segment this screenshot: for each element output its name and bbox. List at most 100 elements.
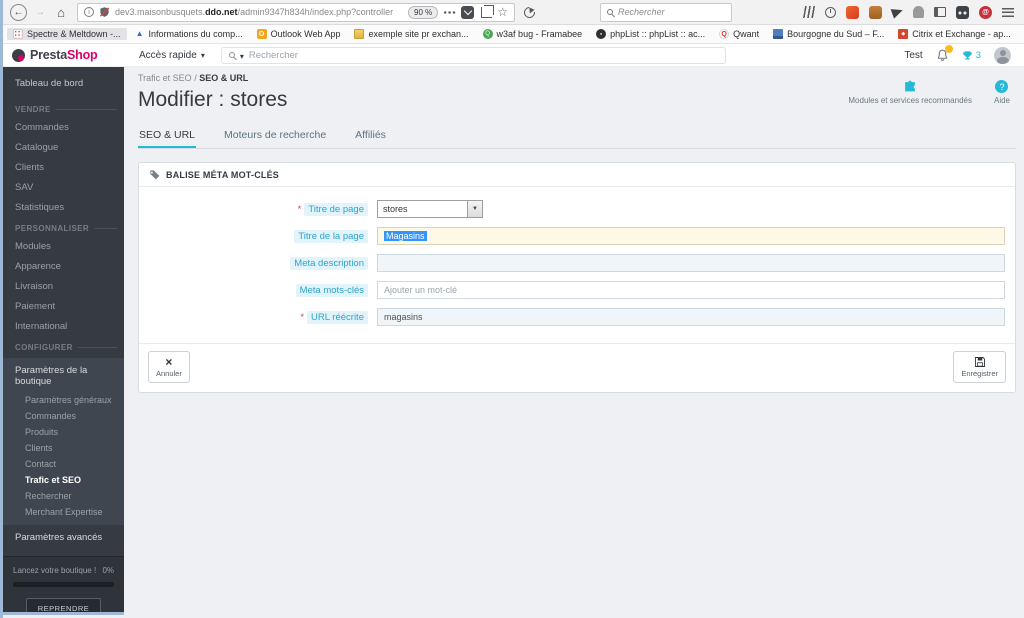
save-button[interactable]: Enregistrer xyxy=(953,351,1006,383)
browser-search-box[interactable]: Rechercher xyxy=(600,3,732,22)
gamification-trophy[interactable]: 3 xyxy=(962,50,981,61)
page-type-select[interactable]: stores xyxy=(377,200,483,218)
bookmarks-bar: Spectre & Meltdown -... Informations du c… xyxy=(3,25,1024,44)
rewritten-url-input[interactable]: magasins xyxy=(377,308,1005,326)
extension-red-circle-icon[interactable] xyxy=(979,6,992,19)
sidebars-icon[interactable] xyxy=(934,7,946,17)
cancel-button[interactable]: × Annuler xyxy=(148,351,190,383)
config-item-trafic-et-seo[interactable]: Trafic et SEO xyxy=(3,472,124,488)
sidebar-item-statistiques[interactable]: Statistiques xyxy=(3,197,124,217)
meta-description-input[interactable] xyxy=(377,254,1005,272)
sidebar-item-commandes[interactable]: Commandes xyxy=(3,117,124,137)
ghostery-icon[interactable] xyxy=(913,6,924,18)
bookmark-item[interactable]: Citrix et Exchange - ap... xyxy=(892,28,1017,40)
bookmark-item[interactable]: Informations du comp... xyxy=(129,28,249,40)
url-bar[interactable]: dev3.maisonbusquets.ddo.net/admin9347h83… xyxy=(77,3,515,22)
tab-moteurs-de-recherche[interactable]: Moteurs de recherche xyxy=(223,125,327,148)
monitor-icon xyxy=(773,29,783,39)
main-content: Trafic et SEO / SEO & URL Modifier : sto… xyxy=(124,67,1024,615)
form-row-meta-description: Meta description xyxy=(149,254,1005,272)
quick-access-menu[interactable]: Accès rapide xyxy=(139,50,205,61)
config-item-parametres-generaux[interactable]: Paramètres généraux xyxy=(3,392,124,408)
sidebar-item-sav[interactable]: SAV xyxy=(3,177,124,197)
bookmark-item[interactable]: Bourgogne du Sud – F... xyxy=(767,28,890,40)
breadcrumb-parent[interactable]: Trafic et SEO xyxy=(138,73,192,83)
meta-panel: BALISE MÉTA MOT-CLÉS *Titre de page stor… xyxy=(138,162,1016,393)
bookmark-label: Outlook Web App xyxy=(271,29,341,39)
bookmark-item[interactable]: DDO ORGANISATION ... xyxy=(1019,28,1024,40)
config-item-commandes[interactable]: Commandes xyxy=(3,408,124,424)
notifications-bell-icon[interactable] xyxy=(936,48,949,62)
forward-button[interactable]: → xyxy=(32,4,48,20)
bookmark-item[interactable]: exemple site pr exchan... xyxy=(348,28,474,40)
meta-keywords-input[interactable]: Ajouter un mot-clé xyxy=(377,281,1005,299)
sidebar-item-catalogue[interactable]: Catalogue xyxy=(3,137,124,157)
sidebar-item-paiement[interactable]: Paiement xyxy=(3,296,124,316)
bookmark-item[interactable]: Qwant xyxy=(713,28,765,40)
sidebar-item-tableau-de-bord[interactable]: Tableau de bord xyxy=(3,67,124,98)
recommended-modules-button[interactable]: Modules et services recommandés xyxy=(848,80,972,105)
menu-icon[interactable] xyxy=(1002,8,1014,17)
config-item-merchant-expertise[interactable]: Merchant Expertise xyxy=(3,504,124,520)
onboarding-title: Lancez votre boutique ! xyxy=(13,566,96,575)
extension-dark-icon[interactable] xyxy=(956,6,969,19)
toolbar-icon-strip xyxy=(804,6,1017,19)
onboarding-percent: 0% xyxy=(102,566,114,575)
search-scope-caret-icon[interactable] xyxy=(240,46,244,64)
sidebar-item-clients[interactable]: Clients xyxy=(3,157,124,177)
bookmark-star-icon[interactable]: ☆ xyxy=(497,5,508,19)
required-asterisk: * xyxy=(298,204,302,215)
qwant-icon xyxy=(719,29,729,39)
config-item-rechercher[interactable]: Rechercher xyxy=(3,488,124,504)
extension-orange-icon[interactable] xyxy=(846,6,859,19)
bookmark-item[interactable]: w3af bug - Framabee xyxy=(477,28,589,40)
resume-tutorial-button[interactable]: REPRENDRE xyxy=(26,598,102,615)
config-item-contact[interactable]: Contact xyxy=(3,456,124,472)
field-label-page-type: Titre de page xyxy=(304,203,368,216)
page-info-icon[interactable] xyxy=(84,7,94,17)
config-subitems: Paramètres générauxCommandesProduitsClie… xyxy=(3,392,124,520)
field-label-page-title: Titre de la page xyxy=(294,230,368,243)
bookmark-item[interactable]: phpList :: phpList :: ac... xyxy=(590,28,711,40)
prestashop-logo[interactable]: PrestaShop xyxy=(3,48,124,62)
library-icon[interactable] xyxy=(803,6,816,18)
select-dropdown-icon[interactable] xyxy=(467,201,482,217)
screenshot-icon[interactable] xyxy=(481,7,492,18)
avatar[interactable] xyxy=(994,47,1011,64)
zoom-level-badge[interactable]: 90 % xyxy=(408,6,438,19)
config-item-produits[interactable]: Produits xyxy=(3,424,124,440)
bookmark-item[interactable]: Spectre & Meltdown -... xyxy=(7,28,127,40)
sidebar-item-livraison[interactable]: Livraison xyxy=(3,276,124,296)
extension-amber-icon[interactable] xyxy=(869,6,882,19)
triangle-icon xyxy=(135,29,145,39)
sidebar-item-modules[interactable]: Modules xyxy=(3,236,124,256)
sidebar-item-parametres-avances[interactable]: Paramètres avancés xyxy=(3,525,124,550)
onboarding-widget: Lancez votre boutique ! 0% REPRENDRE Qui… xyxy=(3,556,124,615)
bookmark-label: Informations du comp... xyxy=(149,29,243,39)
save-floppy-icon xyxy=(974,356,986,368)
blocked-shield-icon[interactable] xyxy=(99,6,110,18)
help-button[interactable]: ? Aide xyxy=(994,80,1010,105)
page-title-input[interactable]: Magasins xyxy=(377,227,1005,245)
sidebar-section-personnaliser: PERSONNALISER xyxy=(3,217,124,236)
url-domain: ddo.net xyxy=(205,7,238,17)
sidebar-item-international[interactable]: International xyxy=(3,316,124,336)
page-actions-icon[interactable] xyxy=(443,11,456,14)
bookmark-item[interactable]: Outlook Web App xyxy=(251,28,347,40)
outlook-icon xyxy=(257,29,267,39)
history-clock-icon[interactable] xyxy=(825,7,836,18)
home-button[interactable]: ⌂ xyxy=(53,4,69,20)
send-tab-icon[interactable] xyxy=(891,5,905,18)
notification-badge xyxy=(945,45,953,53)
admin-search-box[interactable]: Rechercher xyxy=(221,47,726,64)
employee-name[interactable]: Test xyxy=(904,50,922,61)
tab-affilies[interactable]: Affiliés xyxy=(354,125,387,148)
config-item-clients[interactable]: Clients xyxy=(3,440,124,456)
reload-button[interactable] xyxy=(522,4,537,19)
sidebar-item-parametres-de-la-boutique[interactable]: Paramètres de la boutique xyxy=(3,360,124,392)
tab-seo-url[interactable]: SEO & URL xyxy=(138,125,196,148)
back-button[interactable]: ← xyxy=(10,4,27,21)
pocket-icon[interactable] xyxy=(461,6,474,19)
selected-text: Magasins xyxy=(384,231,427,241)
sidebar-item-apparence[interactable]: Apparence xyxy=(3,256,124,276)
